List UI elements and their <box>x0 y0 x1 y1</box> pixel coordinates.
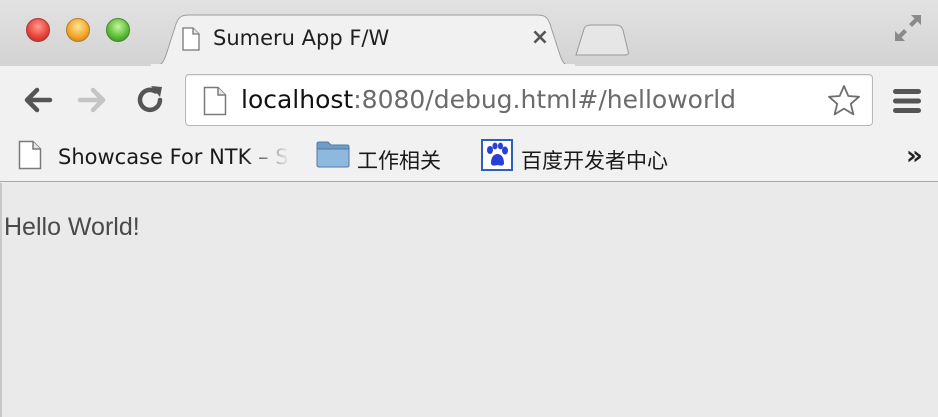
hamburger-menu-icon[interactable] <box>892 88 922 114</box>
tab-strip: Sumeru App F/W × <box>0 0 938 67</box>
window-zoom-button[interactable] <box>106 18 130 42</box>
arrow-right-icon[interactable] <box>76 83 110 117</box>
reload-icon[interactable] <box>133 83 167 117</box>
new-tab-button[interactable] <box>574 24 630 56</box>
page-icon <box>18 140 42 170</box>
bookmarks-overflow-button[interactable]: » <box>906 141 923 171</box>
bookmark-item[interactable]: Showcase For NTK – Sumeru <box>18 138 298 174</box>
url-text[interactable]: localhost:8080/debug.html#/helloworld <box>241 85 736 114</box>
tab-active[interactable]: Sumeru App F/W × <box>150 14 576 67</box>
url-path: :8080/debug.html#/helloworld <box>353 85 737 114</box>
bookmark-label: 工作相关 <box>357 149 441 173</box>
address-bar[interactable]: localhost:8080/debug.html#/helloworld <box>185 74 873 126</box>
baidu-paw-icon <box>481 139 513 171</box>
fullscreen-icon[interactable] <box>892 12 924 44</box>
bookmark-label: Showcase For NTK – Sumeru <box>58 145 290 169</box>
arrow-left-icon[interactable] <box>20 83 54 117</box>
page-content: Hello World! <box>0 183 938 417</box>
hello-text: Hello World! <box>4 213 140 241</box>
window-minimize-button[interactable] <box>66 18 90 42</box>
page-icon <box>182 27 200 51</box>
toolbar: localhost:8080/debug.html#/helloworld <box>0 66 938 132</box>
tab-close-icon[interactable]: × <box>530 27 550 49</box>
page-icon <box>203 86 227 116</box>
folder-icon <box>316 141 350 168</box>
url-host: localhost <box>241 85 354 114</box>
star-icon[interactable] <box>826 83 862 119</box>
tab-title: Sumeru App F/W <box>213 26 390 50</box>
bookmark-label: 百度开发者中心 <box>521 149 668 173</box>
bookmark-folder[interactable]: 工作相关 <box>316 138 456 174</box>
bookmarks-bar: Showcase For NTK – Sumeru 工作相关 百度开发者中心 » <box>0 132 938 182</box>
bookmark-item[interactable]: 百度开发者中心 <box>481 138 691 174</box>
window-close-button[interactable] <box>26 18 50 42</box>
